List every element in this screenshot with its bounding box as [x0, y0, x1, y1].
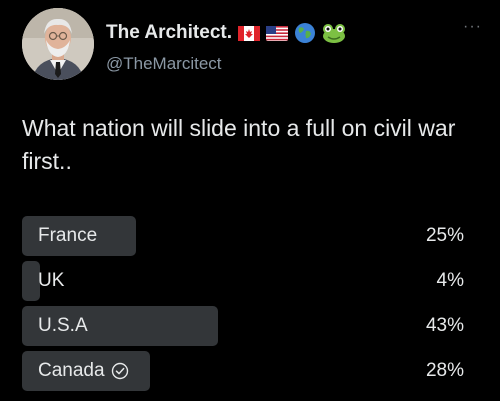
poll-option-percent: 43%	[425, 315, 464, 336]
poll-option[interactable]: UK 4%	[22, 261, 464, 301]
globe-icon	[294, 22, 316, 44]
author-name-row: The Architect.	[106, 20, 346, 46]
avatar[interactable]	[22, 8, 94, 80]
poll-option-percent: 4%	[436, 270, 464, 291]
poll-option-percent: 25%	[425, 225, 464, 246]
author-display-name[interactable]: The Architect.	[106, 22, 232, 44]
poll-option-label: UK	[38, 270, 65, 291]
poll: France 25% UK 4% U.S.A 43% Canada 28%	[22, 216, 464, 396]
canada-flag-icon	[238, 25, 260, 41]
frog-icon	[322, 22, 346, 44]
poll-option-label: U.S.A	[38, 315, 88, 336]
more-options-icon[interactable]: ···	[463, 19, 482, 35]
author-handle[interactable]: @TheMarcitect	[106, 54, 222, 74]
us-flag-icon	[266, 25, 288, 41]
tweet-text: What nation will slide into a full on ci…	[22, 115, 456, 174]
poll-option[interactable]: Canada 28%	[22, 351, 464, 391]
poll-option-percent: 28%	[425, 360, 464, 381]
poll-option-label: Canada	[38, 360, 105, 381]
poll-option[interactable]: France 25%	[22, 216, 464, 256]
poll-option-label: France	[38, 225, 98, 246]
selected-check-icon	[111, 362, 129, 380]
poll-option[interactable]: U.S.A 43%	[22, 306, 464, 346]
tweet-header: The Architect. @TheMarcitect ···	[22, 8, 482, 80]
